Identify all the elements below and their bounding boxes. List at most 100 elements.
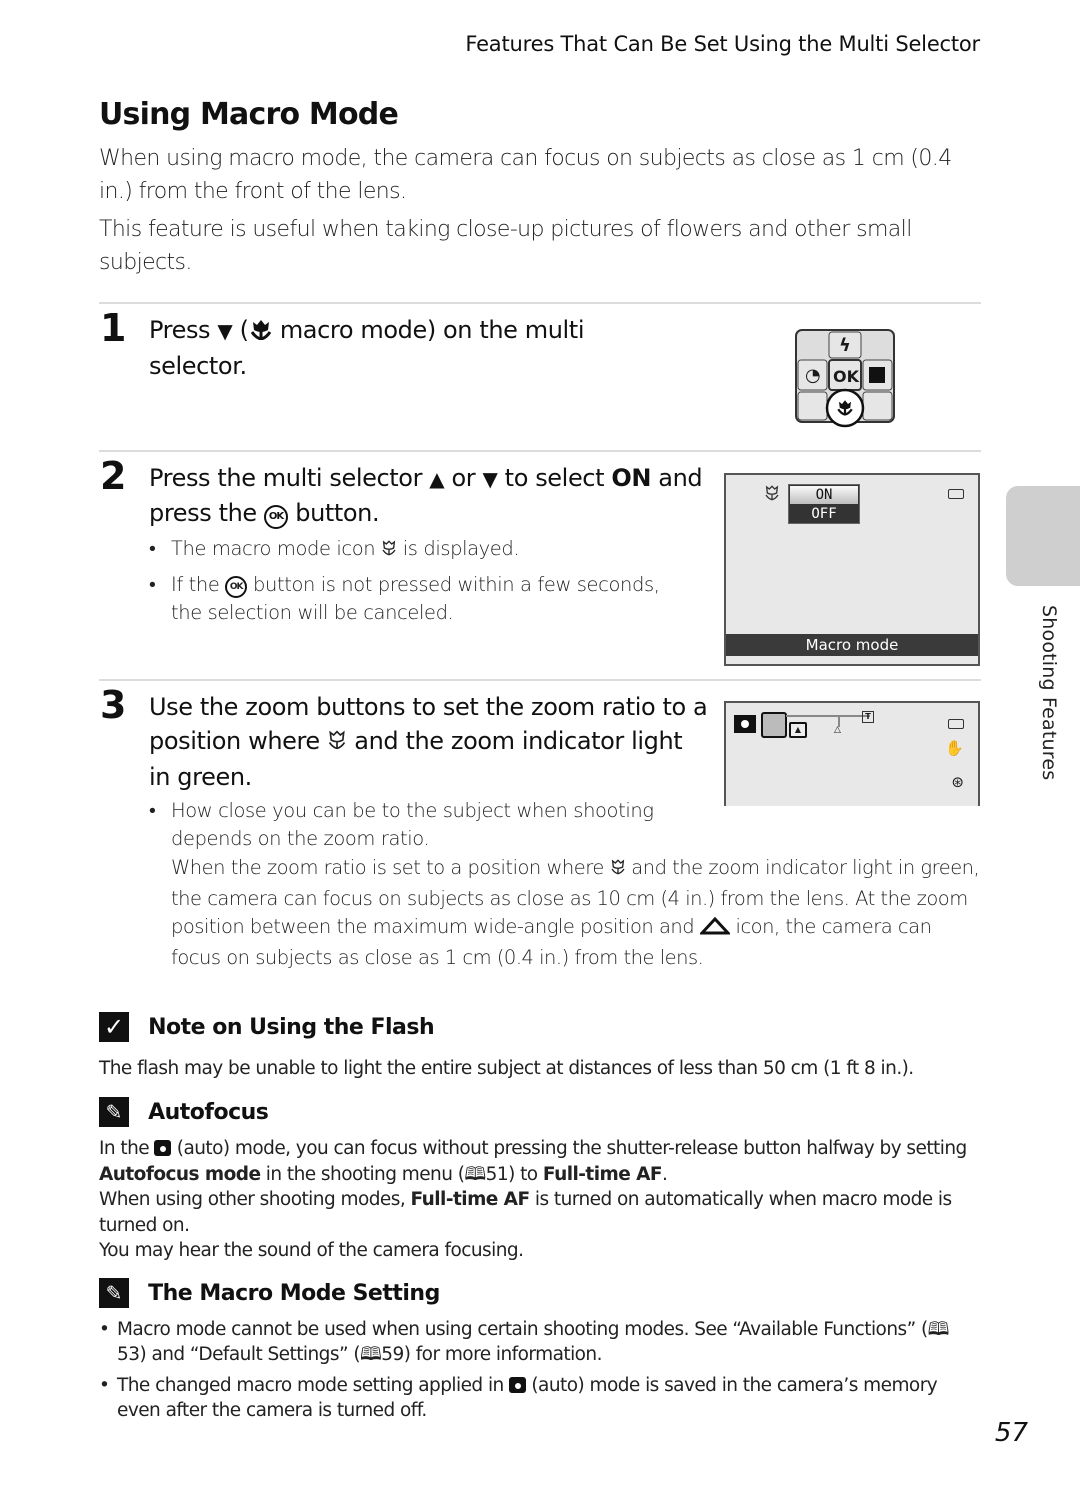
step-text-part: Press the multi selector (149, 464, 430, 492)
note-text: (auto) mode, you can focus without press… (171, 1138, 967, 1159)
motion-detection-icon: ⊛ (951, 773, 964, 791)
page-number: 57 (994, 1418, 1028, 1448)
note-text: ) to (508, 1163, 543, 1185)
note-flash-header: ✓ Note on Using the Flash (99, 1012, 435, 1042)
menu-setting-value: Full-time AF (410, 1189, 530, 1210)
ok-button-icon: OK (264, 505, 288, 529)
step-2-bullets: The macro mode icon is displayed. If the… (149, 535, 679, 633)
page-reference-link[interactable]: 51 (486, 1164, 509, 1185)
note-macro-setting-header: ✎ The Macro Mode Setting (99, 1278, 440, 1308)
zoom-bar (786, 715, 870, 717)
battery-icon (948, 719, 964, 729)
autofocus-paragraph-3: You may hear the sound of the camera foc… (99, 1240, 524, 1261)
menu-option-off[interactable]: OFF (789, 505, 859, 523)
ok-button-icon: OK (225, 576, 248, 598)
book-reference-icon: 🕮 (927, 1319, 950, 1340)
screen-status-label: Macro mode (726, 634, 978, 656)
step-3-text: Use the zoom buttons to set the zoom rat… (149, 690, 709, 794)
autofocus-paragraph-1: In the (auto) mode, you can focus withou… (99, 1136, 984, 1187)
section-tab[interactable] (1006, 486, 1080, 586)
page-reference-link[interactable]: 59 (381, 1344, 404, 1365)
self-timer-icon: ◔ (805, 365, 821, 386)
triangle-small-icon: △ (834, 725, 841, 735)
battery-icon (948, 489, 964, 499)
divider (99, 302, 981, 304)
pencil-icon: ✎ (99, 1097, 129, 1127)
step-number: 2 (100, 454, 127, 498)
autofocus-paragraph-2: When using other shooting modes, Full-ti… (99, 1187, 984, 1238)
bullet-item: The macro mode icon is displayed. (149, 535, 679, 565)
macro-icon (249, 315, 273, 349)
macro-zoom-indicator (761, 712, 787, 738)
step-3-bullets: How close you can be to the subject when… (149, 797, 669, 859)
note-text: Macro mode cannot be used when using cer… (117, 1319, 928, 1340)
auto-mode-icon (154, 1140, 172, 1156)
book-reference-icon: 🕮 (464, 1163, 486, 1185)
check-icon: ✓ (99, 1012, 129, 1042)
step-text-part: Press (149, 316, 218, 344)
down-arrow-icon: ▼ (217, 319, 233, 343)
step-number: 3 (100, 683, 127, 727)
on-option-label: ON (611, 464, 652, 492)
macro-on-off-menu: ON OFF (788, 484, 860, 524)
macro-icon (836, 398, 854, 420)
note-text: . (661, 1163, 668, 1185)
note-title: Autofocus (148, 1099, 269, 1125)
note-text: In the (99, 1138, 155, 1159)
flash-icon: ϟ (839, 335, 851, 356)
note-flash-body: The flash may be unable to light the ent… (99, 1058, 914, 1079)
macro-outline-icon (610, 856, 626, 885)
section-label: Shooting Features (1038, 605, 1060, 781)
note-macro-setting-bullets: Macro mode cannot be used when using cer… (99, 1317, 969, 1429)
page-title: Using Macro Mode (99, 97, 399, 132)
note-text: in the shooting menu ( (260, 1163, 465, 1185)
note-text: The changed macro mode setting applied i… (117, 1375, 510, 1396)
bullet-text: The macro mode icon (171, 537, 381, 560)
triangle-outline-icon (698, 915, 732, 944)
multi-selector-illustration: ϟ ◔ OK (795, 329, 895, 428)
note-text: When using other shooting modes, (99, 1189, 411, 1210)
auto-mode-icon (509, 1377, 527, 1393)
step-text-part: to select (497, 464, 612, 492)
auto-mode-icon (734, 715, 756, 733)
macro-outline-icon (764, 485, 780, 505)
vibration-reduction-icon: ✋ (945, 739, 964, 757)
note-title: The Macro Mode Setting (148, 1280, 440, 1306)
step-text-part: button. (288, 499, 380, 527)
menu-setting-name: Autofocus mode (99, 1163, 261, 1185)
macro-outline-icon (381, 537, 397, 565)
up-arrow-icon: ▲ (429, 467, 445, 491)
book-reference-icon: 🕮 (360, 1344, 382, 1365)
step-3-detail: When the zoom ratio is set to a position… (171, 854, 981, 972)
down-arrow-icon: ▼ (482, 467, 498, 491)
bullet-text: is displayed. (396, 537, 520, 560)
camera-screen-zoom: ▲ △ T ✋ ⊛ (724, 701, 980, 806)
ok-button-label: OK (833, 367, 859, 386)
bullet-item: The changed macro mode setting applied i… (99, 1373, 969, 1423)
bullet-text: If the (171, 573, 226, 596)
note-text: ) and “Default Settings” ( (139, 1344, 360, 1365)
note-title: Note on Using the Flash (148, 1014, 435, 1040)
intro-paragraph-1: When using macro mode, the camera can fo… (99, 146, 952, 204)
step-2-text: Press the multi selector ▲ or ▼ to selec… (149, 461, 709, 530)
step-text-part: or (444, 464, 483, 492)
note-autofocus-header: ✎ Autofocus (99, 1097, 269, 1127)
pencil-icon: ✎ (99, 1278, 129, 1308)
step-1-text: Press ▼ ( macro mode) on the multi selec… (149, 313, 619, 383)
bullet-item: How close you can be to the subject when… (149, 797, 669, 853)
step-text-part: ( (232, 316, 249, 344)
step-number: 1 (100, 306, 127, 350)
note-autofocus-body: In the (auto) mode, you can focus withou… (99, 1136, 984, 1264)
menu-setting-value: Full-time AF (542, 1163, 663, 1185)
note-text: ) for more information. (403, 1344, 603, 1365)
running-head: Features That Can Be Set Using the Multi… (465, 32, 980, 56)
tele-label: T (862, 711, 874, 723)
bullet-item: Macro mode cannot be used when using cer… (99, 1317, 969, 1367)
menu-option-on[interactable]: ON (790, 486, 858, 504)
exposure-compensation-icon (869, 367, 885, 383)
detail-text: When the zoom ratio is set to a position… (171, 856, 610, 879)
divider (99, 450, 981, 452)
camera-screen-macro-menu: ON OFF Macro mode (724, 473, 980, 666)
divider (99, 679, 981, 681)
page-reference-link[interactable]: 53 (117, 1344, 140, 1365)
